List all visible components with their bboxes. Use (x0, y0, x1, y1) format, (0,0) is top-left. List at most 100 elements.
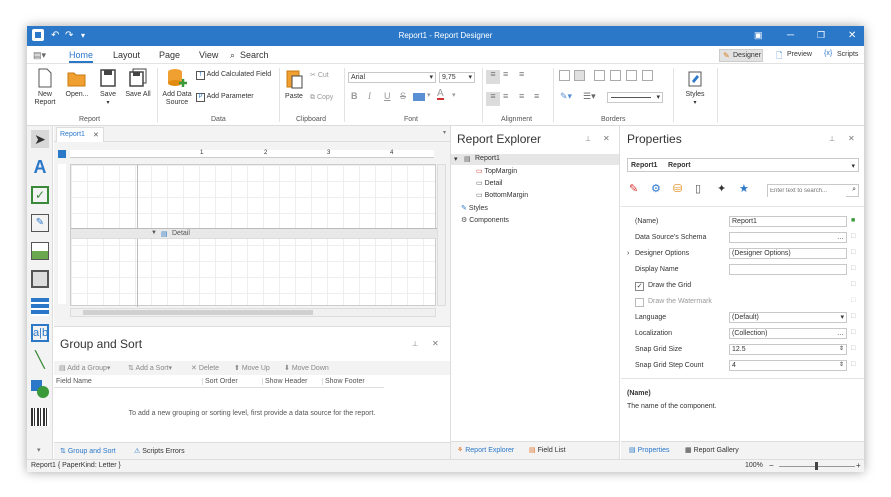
cut-button[interactable]: ✂ Cut (310, 72, 344, 80)
file-menu-icon[interactable]: ▤▾ (33, 50, 46, 61)
expand-icon[interactable]: › (627, 250, 629, 257)
ellipsis-icon[interactable]: … (837, 329, 844, 338)
save-button[interactable]: Save ▾ (96, 68, 120, 107)
border-width-icon[interactable]: ☰▾ (583, 92, 596, 101)
tab-group-sort[interactable]: ⇅ Group and Sort (60, 447, 116, 455)
move-up-button[interactable]: ⬆ Move Up (234, 364, 270, 372)
display-name-field[interactable] (729, 264, 847, 275)
appearance-icon[interactable]: ✎ (629, 182, 638, 195)
tab-page[interactable]: Page (159, 50, 180, 60)
behavior-icon[interactable]: ⚙ (651, 182, 661, 195)
underline-button[interactable]: U (384, 92, 391, 101)
close-panel-icon[interactable]: ✕ (603, 134, 610, 143)
scripts-view-button[interactable]: {x} Scripts (821, 49, 861, 62)
move-down-button[interactable]: ⬇ Move Down (284, 364, 329, 372)
toolbox-more-icon[interactable]: ▾ (37, 446, 41, 454)
border-right-icon[interactable] (642, 70, 653, 81)
zoom-out-icon[interactable]: − (769, 461, 774, 470)
horizontal-scrollbar[interactable] (70, 308, 436, 317)
favorites-icon[interactable]: ★ (739, 182, 749, 195)
tab-search[interactable]: Search (240, 50, 269, 60)
new-report-button[interactable]: New Report (29, 68, 61, 107)
table-tool-icon[interactable] (31, 298, 49, 316)
border-left-icon[interactable] (626, 70, 637, 81)
strikethrough-button[interactable]: S (400, 92, 406, 101)
tab-report-gallery[interactable]: ▦ Report Gallery (685, 446, 739, 454)
name-field[interactable]: Report1 (729, 216, 847, 227)
tab-home[interactable]: Home (69, 50, 93, 60)
tree-item-detail[interactable]: ▭ Detail (476, 179, 502, 187)
open-button[interactable]: Open... (63, 68, 91, 99)
layout-icon[interactable]: ▯ (695, 182, 701, 195)
border-dash-select[interactable]: ▾ (607, 92, 663, 103)
component-selector[interactable]: Report1 Report ▾ (627, 158, 859, 172)
align-middle-icon[interactable]: ≡ (503, 70, 508, 79)
border-none-icon[interactable] (574, 70, 585, 81)
character-comb-tool-icon[interactable]: a|b (31, 324, 49, 342)
ribbon-display-icon[interactable]: ▣ (754, 30, 763, 41)
property-search-input[interactable] (768, 185, 846, 197)
checkbox-tool-icon[interactable]: ✓ (31, 186, 49, 204)
align-left-icon[interactable]: ≡ (486, 92, 500, 106)
bold-button[interactable]: B (351, 92, 358, 101)
pointer-tool-icon[interactable]: ➤ (31, 130, 49, 148)
pin-icon[interactable]: ⊥ (412, 340, 418, 348)
ruler-corner-icon[interactable] (58, 150, 66, 158)
styles-dropdown-icon[interactable]: ▾ (681, 99, 709, 107)
tab-layout[interactable]: Layout (113, 50, 140, 60)
label-tool-icon[interactable]: A (31, 158, 49, 176)
styles-button[interactable]: Styles ▾ (681, 70, 709, 107)
add-calculated-field-button[interactable]: f Add Calculated Field (196, 71, 276, 80)
rich-text-tool-icon[interactable]: ✎ (31, 214, 49, 232)
report-canvas[interactable]: ▼ ▤ Detail (70, 164, 437, 307)
tree-item-topmargin[interactable]: ▭ TopMargin (476, 167, 517, 175)
tabs-dropdown-icon[interactable]: ▾ (443, 129, 446, 136)
designer-view-button[interactable]: ✎ Designer (719, 49, 763, 62)
zoom-in-icon[interactable]: + (856, 461, 861, 470)
background-color-icon[interactable] (413, 93, 425, 101)
pin-icon[interactable]: ⊥ (585, 135, 591, 143)
designer-options-field[interactable]: (Designer Options) (729, 248, 847, 259)
paste-button[interactable]: Paste (282, 68, 306, 101)
zoom-slider-thumb[interactable] (815, 462, 818, 470)
align-center-icon[interactable]: ≡ (503, 92, 508, 101)
italic-button[interactable]: I (368, 92, 371, 101)
ellipsis-icon[interactable]: … (837, 233, 844, 242)
border-color-icon[interactable]: ✎▾ (560, 92, 572, 101)
tab-properties[interactable]: ▤ Properties (629, 446, 669, 454)
line-tool-icon[interactable]: ╲ (31, 352, 49, 370)
add-sort-button[interactable]: ⇅ Add a Sort▾ (128, 364, 172, 372)
add-group-button[interactable]: ▤ Add a Group▾ (59, 364, 110, 372)
bg-color-dropdown-icon[interactable]: ▾ (427, 92, 431, 100)
panel-tool-icon[interactable] (31, 270, 49, 288)
tab-scripts-errors[interactable]: ⚠ Scripts Errors (134, 447, 185, 455)
expand-icon[interactable]: ▾ (454, 155, 458, 163)
close-tab-icon[interactable]: ✕ (93, 131, 99, 139)
tree-item-bottommargin[interactable]: ▭ BottomMargin (476, 191, 528, 199)
draw-watermark-checkbox[interactable] (635, 298, 644, 307)
data-icon[interactable]: ⛁ (673, 182, 682, 195)
localization-field[interactable]: (Collection)… (729, 328, 847, 339)
language-select[interactable]: (Default) ▾ (729, 312, 847, 323)
minimize-icon[interactable]: ─ (787, 30, 794, 41)
restore-icon[interactable]: ❐ (817, 30, 825, 41)
tab-field-list[interactable]: ▤ Field List (529, 446, 566, 454)
pin-icon[interactable]: ⊥ (829, 135, 835, 143)
align-right-icon[interactable]: ≡ (519, 92, 524, 101)
draw-grid-checkbox[interactable]: ✓ (635, 282, 644, 291)
snap-grid-step-count-spinner[interactable]: 4 ⇕ (729, 360, 847, 371)
tab-report-explorer[interactable]: ⚘ Report Explorer (457, 446, 514, 454)
spin-icon[interactable]: ⇕ (839, 361, 844, 370)
save-all-button[interactable]: Save All (123, 68, 153, 99)
detail-band-header[interactable]: ▼ ▤ Detail (71, 228, 437, 239)
wrench-icon[interactable]: ✦ (717, 182, 726, 195)
tree-item-report1[interactable]: ▾ ▤ Report1 (451, 154, 619, 165)
preview-view-button[interactable]: 🗋 Preview (773, 49, 817, 62)
add-data-source-button[interactable]: Add Data Source (161, 68, 193, 107)
fore-color-dropdown-icon[interactable]: ▾ (452, 92, 456, 100)
font-family-select[interactable]: Arial ▾ (348, 72, 436, 83)
barcode-tool-icon[interactable] (31, 408, 49, 426)
picture-box-tool-icon[interactable] (31, 242, 49, 260)
data-source-schema-field[interactable]: … (729, 232, 847, 243)
tab-report1[interactable]: Report1 ✕ (56, 127, 104, 142)
